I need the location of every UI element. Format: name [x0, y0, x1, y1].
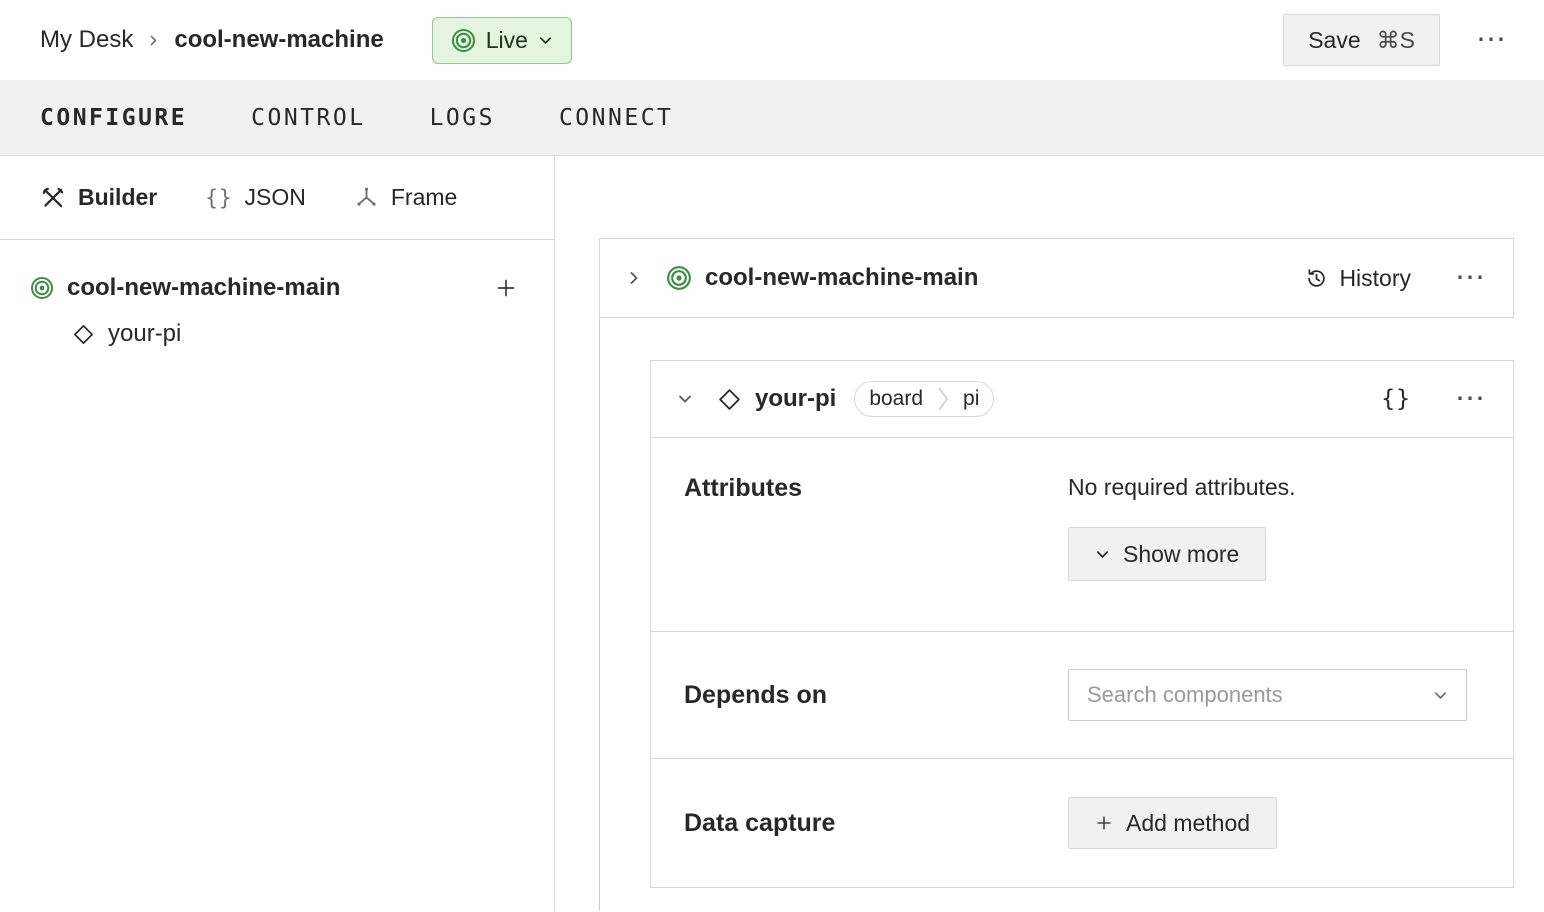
depends-on-label: Depends on — [684, 680, 828, 709]
save-shortcut: ⌘S — [1376, 26, 1415, 53]
add-method-button[interactable]: Add method — [1068, 797, 1278, 849]
show-more-label: Show more — [1123, 540, 1240, 567]
data-capture-section: Data capture Add method — [651, 758, 1513, 887]
part-card-more-button[interactable]: ⋯ — [1455, 263, 1487, 293]
depends-on-section: Depends on Search components — [651, 631, 1513, 758]
attributes-label: Attributes — [684, 474, 803, 502]
component-card-title: your-pi — [755, 385, 837, 412]
view-mode-builder[interactable]: Builder — [40, 184, 157, 211]
tree-part-row[interactable]: cool-new-machine-main — [30, 274, 518, 302]
config-main-panel: cool-new-machine-main History ⋯ your-pi … — [555, 156, 1544, 911]
frame-axes-icon — [354, 185, 379, 210]
chevron-down-icon — [1433, 688, 1448, 703]
attributes-section: Attributes No required attributes. Show … — [651, 437, 1513, 631]
history-label: History — [1339, 264, 1411, 291]
part-card: cool-new-machine-main History ⋯ — [599, 238, 1514, 318]
frame-label: Frame — [390, 184, 458, 210]
plus-icon — [1095, 814, 1113, 832]
save-label: Save — [1308, 26, 1361, 53]
data-capture-label: Data capture — [684, 808, 836, 837]
viam-part-icon — [666, 265, 692, 291]
part-card-collapse-button[interactable] — [626, 270, 642, 286]
tab-control[interactable]: CONTROL — [251, 105, 365, 131]
tab-connect[interactable]: CONNECT — [559, 105, 673, 131]
badge-chevron-icon — [937, 386, 949, 412]
depends-on-select[interactable]: Search components — [1068, 669, 1467, 721]
add-method-label: Add method — [1126, 809, 1251, 836]
part-card-title: cool-new-machine-main — [705, 264, 979, 291]
header-more-button[interactable]: ⋯ — [1476, 25, 1508, 55]
breadcrumb-chevron-icon — [147, 34, 160, 47]
breadcrumb-link-my-desk[interactable]: My Desk — [40, 26, 133, 54]
live-status-label: Live — [485, 26, 528, 53]
tree-connector-line — [599, 318, 600, 911]
component-json-button[interactable]: {} — [1381, 386, 1411, 412]
braces-icon: {} — [1381, 386, 1411, 412]
machine-status-button[interactable]: Live — [431, 16, 572, 64]
diamond-icon — [717, 387, 742, 412]
builder-tools-icon — [40, 185, 66, 211]
config-sidebar: Builder {} JSON Frame cool-new-machine-m… — [0, 156, 555, 911]
history-icon — [1305, 267, 1328, 290]
tree-component-name: your-pi — [108, 320, 182, 347]
view-mode-json[interactable]: {} JSON — [205, 184, 306, 211]
builder-label: Builder — [78, 184, 158, 210]
show-more-button[interactable]: Show more — [1068, 527, 1267, 581]
chevron-down-icon — [1095, 547, 1110, 562]
tree-part-name: cool-new-machine-main — [67, 274, 341, 301]
braces-icon: {} — [205, 185, 233, 210]
component-more-button[interactable]: ⋯ — [1455, 384, 1487, 414]
attributes-empty-text: No required attributes. — [1068, 474, 1296, 500]
component-collapse-button[interactable] — [677, 391, 693, 407]
sidebar-view-toolbar: Builder {} JSON Frame — [0, 156, 554, 240]
machine-tree: cool-new-machine-main your-pi — [0, 240, 554, 348]
chevron-down-icon — [538, 33, 553, 48]
depends-on-placeholder: Search components — [1087, 682, 1283, 707]
diamond-icon — [72, 323, 95, 346]
ellipsis-icon: ⋯ — [1455, 382, 1487, 415]
history-button[interactable]: History — [1305, 265, 1411, 292]
component-type-badge: board pi — [854, 381, 995, 417]
badge-model: pi — [963, 387, 980, 410]
tab-configure[interactable]: CONFIGURE — [40, 105, 187, 131]
ellipsis-icon: ⋯ — [1476, 23, 1508, 56]
top-header: My Desk cool-new-machine Live Save ⌘S ⋯ — [0, 0, 1544, 80]
breadcrumb-current: cool-new-machine — [174, 26, 384, 53]
add-component-button[interactable] — [494, 276, 518, 300]
tree-component-row[interactable]: your-pi — [30, 320, 518, 348]
viam-live-icon — [451, 28, 476, 53]
viam-part-icon — [30, 276, 54, 300]
component-card-header: your-pi board pi {} ⋯ — [651, 361, 1513, 437]
component-card: your-pi board pi {} ⋯ Attributes No requ… — [650, 360, 1514, 888]
ellipsis-icon: ⋯ — [1455, 261, 1487, 294]
view-mode-frame[interactable]: Frame — [354, 184, 457, 211]
breadcrumb: My Desk cool-new-machine — [40, 26, 384, 54]
tab-bar: CONFIGURE CONTROL LOGS CONNECT — [0, 80, 1544, 156]
tab-logs[interactable]: LOGS — [430, 105, 495, 131]
save-button[interactable]: Save ⌘S — [1283, 14, 1440, 66]
badge-type: board — [869, 387, 924, 410]
json-label: JSON — [244, 184, 306, 210]
